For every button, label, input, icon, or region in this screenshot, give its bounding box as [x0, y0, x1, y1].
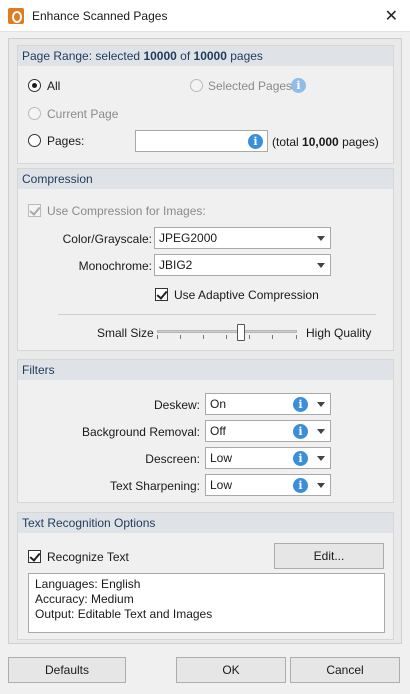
descreen-label: Descreen:	[145, 452, 200, 466]
slider-track[interactable]	[157, 330, 297, 333]
cancel-button[interactable]: Cancel	[290, 657, 400, 683]
separator	[58, 314, 376, 315]
slider-thumb[interactable]	[237, 324, 245, 341]
total-count: 10000	[193, 49, 227, 63]
edit-button[interactable]: Edit...	[274, 543, 384, 569]
deskew-value: On	[210, 397, 227, 411]
chevron-down-icon	[317, 236, 325, 241]
heading-prefix: Page Range: selected	[22, 49, 141, 63]
compression-group: Compression Use Compression for Images: …	[17, 168, 394, 351]
app-icon	[8, 8, 24, 24]
selected-pages-label: Selected Pages	[208, 79, 293, 93]
selected-count: 10000	[143, 49, 177, 63]
recognize-text-checkbox[interactable]	[28, 550, 41, 563]
total-suffix: pages)	[342, 135, 379, 149]
ocr-summary-box: Languages: English Accuracy: Medium Outp…	[28, 573, 385, 633]
color-grayscale-select[interactable]: JPEG2000	[154, 227, 331, 249]
all-label: All	[47, 79, 61, 93]
compression-heading: Compression	[18, 169, 393, 189]
small-size-label: Small Size	[97, 326, 154, 340]
total-pages-text: (total 10,000 pages)	[272, 135, 379, 149]
slider-tick	[180, 335, 181, 339]
radio-current-page[interactable]	[28, 107, 41, 120]
info-icon[interactable]: i	[293, 451, 308, 466]
current-page-label: Current Page	[47, 107, 119, 121]
chevron-down-icon	[317, 429, 325, 434]
pages-label: Pages:	[47, 134, 85, 148]
slider-tick	[226, 335, 227, 339]
radio-all[interactable]	[28, 79, 41, 92]
chevron-down-icon	[317, 483, 325, 488]
close-icon[interactable]: ✕	[385, 6, 398, 26]
info-icon[interactable]: i	[248, 134, 263, 149]
output-line: Output: Editable Text and Images	[35, 607, 213, 621]
color-grayscale-value: JPEG2000	[159, 231, 218, 245]
radio-pages[interactable]	[28, 134, 41, 147]
text-sharpening-label: Text Sharpening:	[109, 479, 200, 493]
slider-tick	[296, 335, 297, 339]
recognize-text-label: Recognize Text	[47, 550, 129, 564]
filters-heading: Filters	[18, 360, 393, 380]
radio-selected-pages[interactable]	[190, 79, 203, 92]
text-recognition-group: Text Recognition Options Recognize Text …	[17, 512, 394, 640]
use-compression-checkbox[interactable]	[28, 204, 41, 217]
filters-group: Filters Deskew: On i Background Removal:…	[17, 359, 394, 503]
background-removal-label: Background Removal:	[81, 425, 200, 439]
total-value: 10,000	[302, 135, 339, 149]
slider-tick	[249, 335, 250, 339]
color-grayscale-label: Color/Grayscale:	[62, 232, 152, 246]
high-quality-label: High Quality	[306, 326, 372, 340]
info-icon[interactable]: i	[293, 397, 308, 412]
heading-suffix: pages	[230, 49, 263, 63]
chevron-down-icon	[317, 263, 325, 268]
info-icon[interactable]: i	[293, 478, 308, 493]
descreen-select[interactable]: Low i	[205, 447, 331, 469]
text-sharpening-select[interactable]: Low i	[205, 474, 331, 496]
background-removal-value: Off	[210, 424, 226, 438]
monochrome-label: Monochrome:	[78, 259, 152, 273]
window-title: Enhance Scanned Pages	[32, 9, 168, 23]
total-prefix: (total	[272, 135, 299, 149]
heading-of: of	[180, 49, 191, 63]
slider-tick	[203, 335, 204, 339]
monochrome-value: JBIG2	[159, 258, 193, 272]
page-range-group: Page Range: selected 10000 of 10000 page…	[17, 45, 394, 164]
ok-button[interactable]: OK	[176, 657, 286, 683]
title-bar: Enhance Scanned Pages ✕	[0, 0, 410, 32]
adaptive-compression-checkbox[interactable]	[155, 288, 168, 301]
accuracy-line: Accuracy: Medium	[35, 592, 134, 606]
chevron-down-icon	[317, 402, 325, 407]
deskew-label: Deskew:	[153, 398, 200, 412]
languages-line: Languages: English	[35, 577, 141, 591]
monochrome-select[interactable]: JBIG2	[154, 254, 331, 276]
defaults-button[interactable]: Defaults	[8, 657, 126, 683]
deskew-select[interactable]: On i	[205, 393, 331, 415]
adaptive-compression-label: Use Adaptive Compression	[174, 288, 319, 302]
info-icon[interactable]: i	[293, 424, 308, 439]
background-removal-select[interactable]: Off i	[205, 420, 331, 442]
slider-tick	[157, 335, 158, 339]
chevron-down-icon	[317, 456, 325, 461]
text-recognition-heading: Text Recognition Options	[18, 513, 393, 533]
use-compression-label: Use Compression for Images:	[47, 204, 206, 218]
page-range-heading: Page Range: selected 10000 of 10000 page…	[18, 46, 393, 66]
pages-input[interactable]: i	[135, 130, 268, 152]
text-sharpening-value: Low	[210, 478, 233, 492]
slider-tick	[272, 335, 273, 339]
descreen-value: Low	[210, 451, 233, 465]
info-icon[interactable]: i	[291, 78, 306, 93]
